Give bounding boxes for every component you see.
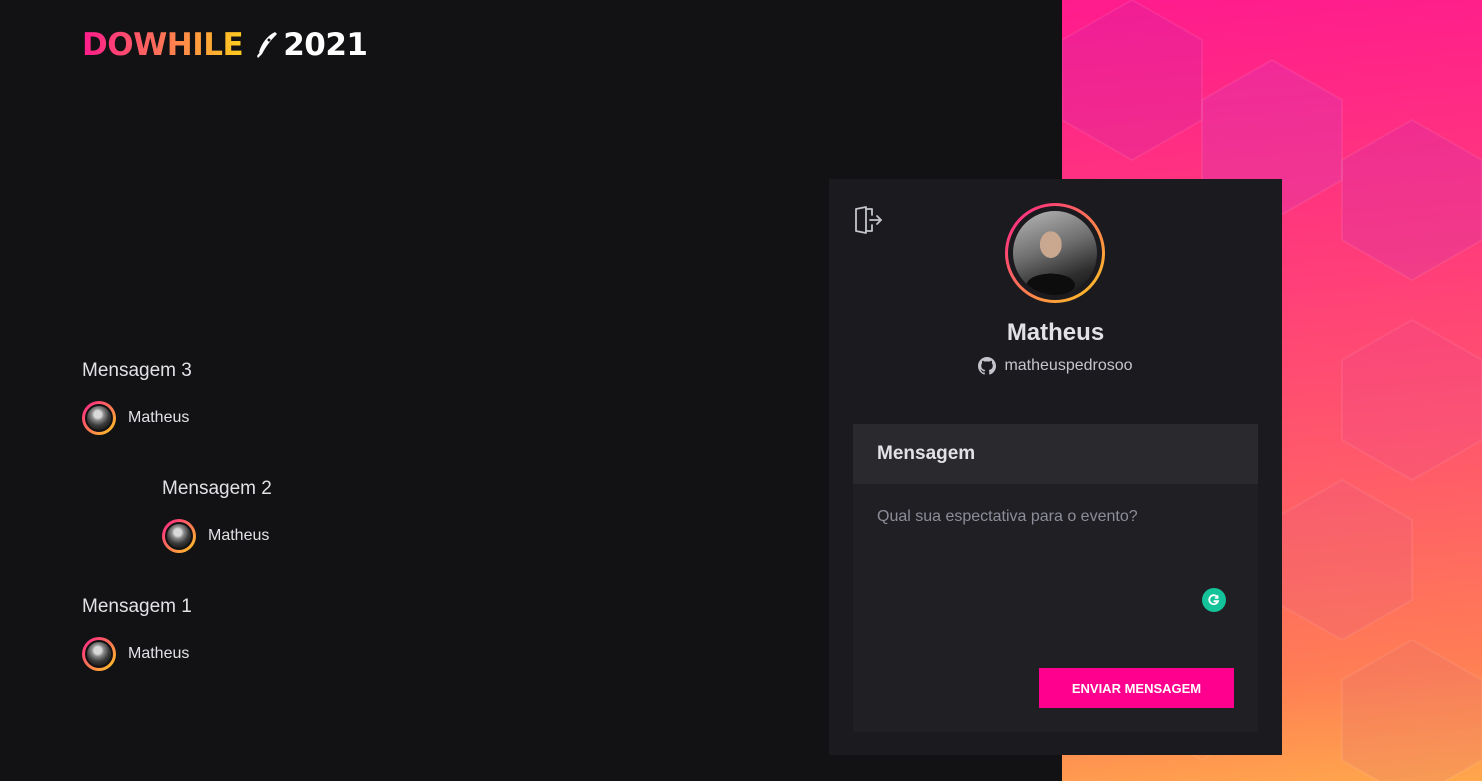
author-name: Matheus [128,409,190,426]
send-message-button[interactable]: ENVIAR MENSAGEM [1039,668,1234,708]
send-message-card: Matheus matheuspedrosoo Mensagem ENVIAR … [829,179,1282,755]
github-username: matheuspedrosoo [1004,357,1133,374]
form-label: Mensagem [853,424,1258,484]
author-name: Matheus [128,645,190,662]
message-text: Mensagem 3 [82,360,192,381]
logo-wordmark: DOWHILE [82,27,244,63]
message-author: Matheus [82,401,192,435]
message-text: Mensagem 2 [162,478,272,499]
message-form: Mensagem ENVIAR MENSAGEM [853,424,1258,732]
sign-out-icon[interactable] [853,205,883,235]
message-text: Mensagem 1 [82,596,192,617]
avatar [162,519,196,553]
github-login: matheuspedrosoo [829,357,1282,375]
avatar [82,401,116,435]
message-author: Matheus [162,519,272,553]
message-item: Mensagem 1 Matheus [82,596,192,671]
message-item: Mensagem 2 Matheus [162,478,272,553]
github-icon [978,357,997,375]
message-item: Mensagem 3 Matheus [82,360,192,435]
rocket-icon [257,32,278,58]
message-input[interactable] [877,508,1234,648]
grammarly-icon[interactable] [1202,588,1226,612]
message-author: Matheus [82,637,192,671]
logo-year: 2021 [283,27,368,63]
profile-name: Matheus [1006,319,1105,346]
dowhile-logo: DOWHILE 2021 [82,27,368,63]
grammarly-glyph [1208,594,1220,606]
author-name: Matheus [208,527,270,544]
profile-avatar [1005,203,1105,303]
avatar [82,637,116,671]
